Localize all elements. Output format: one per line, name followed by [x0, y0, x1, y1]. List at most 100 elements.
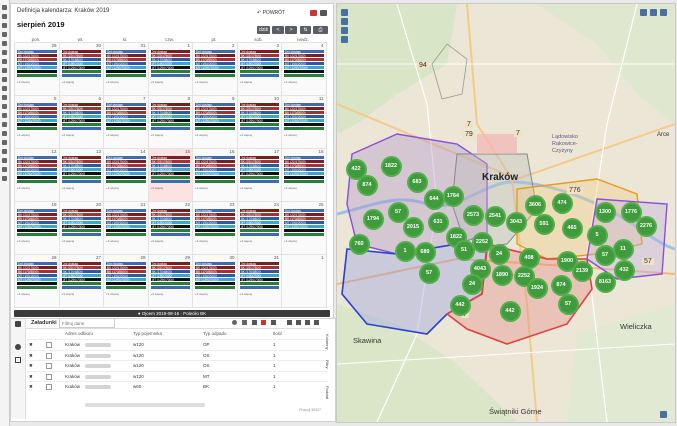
- event-stripe[interactable]: MT (1290/7000): [106, 172, 146, 176]
- event-stripe[interactable]: [61, 123, 101, 126]
- cluster-marker[interactable]: 760: [348, 233, 370, 255]
- row-checkbox[interactable]: [46, 384, 52, 390]
- calendar-day[interactable]: 7 Dni dostaw BK (22/17500) BK (170/8800) MT …: [103, 95, 149, 149]
- calendar-day[interactable]: 30 Dni dostaw BK (22/17500) BK (170/8800) MT…: [58, 42, 104, 96]
- event-stripe[interactable]: [195, 286, 235, 289]
- table-row[interactable]: ✖ Kraków w120 MT 1: [27, 370, 327, 382]
- event-stripe[interactable]: [17, 70, 57, 73]
- more-events-link[interactable]: +4 więcej: [195, 186, 208, 190]
- event-stripe[interactable]: [106, 74, 146, 77]
- cluster-marker[interactable]: 51: [453, 239, 475, 261]
- row-checkbox[interactable]: [46, 363, 52, 369]
- more-events-link[interactable]: +4 więcej: [17, 292, 30, 296]
- cluster-marker[interactable]: 2015: [402, 216, 424, 238]
- event-stripe[interactable]: [61, 233, 101, 236]
- hand-icon[interactable]: [242, 320, 247, 325]
- pen-icon[interactable]: [261, 320, 266, 325]
- event-stripe[interactable]: [150, 286, 190, 289]
- event-stripe[interactable]: [61, 282, 101, 285]
- event-stripe[interactable]: [150, 282, 190, 285]
- calendar-day[interactable]: 14 Dni dostaw BK (22/17500) BK (170/8800) MT…: [103, 148, 149, 202]
- column-header[interactable]: Adres odbioru: [65, 331, 93, 336]
- event-stripe[interactable]: [106, 70, 146, 73]
- event-stripe[interactable]: [61, 180, 101, 183]
- row-action-icon[interactable]: ✖: [29, 374, 33, 380]
- event-stripe[interactable]: MT (1290/7000): [284, 119, 324, 123]
- event-stripe[interactable]: [150, 180, 190, 183]
- cluster-marker[interactable]: 24: [488, 243, 510, 265]
- event-stripe[interactable]: [17, 229, 57, 232]
- row-action-icon[interactable]: ✖: [29, 363, 33, 369]
- more-events-link[interactable]: +4 więcej: [284, 80, 297, 84]
- calendar-day[interactable]: 17 Dni dostaw BK (22/17500) BK (170/8800) MT…: [236, 148, 282, 202]
- more-events-link[interactable]: +4 więcej: [106, 186, 119, 190]
- event-stripe[interactable]: [150, 74, 190, 77]
- event-stripe[interactable]: [195, 70, 235, 73]
- more-events-link[interactable]: +4 więcej: [151, 239, 164, 243]
- event-stripe[interactable]: MT (1290/7000): [195, 66, 235, 70]
- event-stripe[interactable]: [239, 180, 279, 183]
- event-stripe[interactable]: [106, 229, 146, 232]
- calendar-day[interactable]: 1 Dni dostaw BK (22/17500) BK (170/8800) MT …: [147, 42, 193, 96]
- event-stripe[interactable]: [239, 70, 279, 73]
- calendar-icon[interactable]: [2, 59, 7, 64]
- event-stripe[interactable]: [284, 233, 324, 236]
- event-stripe[interactable]: [106, 176, 146, 179]
- cluster-marker[interactable]: 3043: [505, 211, 527, 233]
- event-stripe[interactable]: MT (1290/7000): [61, 172, 101, 176]
- side-tab[interactable]: Kolumny: [323, 334, 330, 350]
- event-stripe[interactable]: MT (1290/7000): [150, 172, 190, 176]
- cluster-marker[interactable]: 2573: [462, 204, 484, 226]
- event-stripe[interactable]: MT (1290/7000): [150, 119, 190, 123]
- event-stripe[interactable]: [195, 282, 235, 285]
- more-events-link[interactable]: +4 więcej: [284, 239, 297, 243]
- row-checkbox[interactable]: [46, 352, 52, 359]
- edit-icon[interactable]: [287, 320, 292, 325]
- calendar-day[interactable]: 20 Dni dostaw BK (22/17500) BK (170/8800) MT…: [58, 201, 104, 255]
- more-events-link[interactable]: +4 więcej: [106, 239, 119, 243]
- more-events-link[interactable]: +4 więcej: [195, 80, 208, 84]
- more-events-link[interactable]: +4 więcej: [240, 133, 253, 137]
- event-stripe[interactable]: MT (1290/7000): [284, 172, 324, 176]
- zoom-out-button[interactable]: [341, 18, 348, 25]
- event-stripe[interactable]: MT (1290/7000): [17, 278, 57, 282]
- map-icon[interactable]: [2, 50, 7, 55]
- ruler-icon[interactable]: [252, 320, 257, 325]
- event-stripe[interactable]: MT (1290/7000): [239, 172, 279, 176]
- lock-icon[interactable]: [2, 149, 7, 154]
- locate-icon[interactable]: [232, 320, 237, 325]
- table-row[interactable]: ✖ Kraków w60 BK 1: [27, 381, 327, 392]
- calendar-day[interactable]: 18 Dni dostaw BK (22/17500) BK (170/8800) MT…: [281, 148, 327, 202]
- event-stripe[interactable]: [284, 123, 324, 126]
- more-events-link[interactable]: +4 więcej: [151, 80, 164, 84]
- pointer-icon[interactable]: [271, 320, 276, 325]
- event-stripe[interactable]: [106, 286, 146, 289]
- info-icon[interactable]: [2, 158, 7, 163]
- event-stripe[interactable]: [239, 123, 279, 126]
- cluster-marker[interactable]: 432: [613, 259, 635, 281]
- event-stripe[interactable]: [61, 176, 101, 179]
- calendar-day[interactable]: 29 Dni dostaw BK (22/17500) BK (170/8800) MT…: [14, 42, 60, 96]
- document-icon[interactable]: [2, 23, 7, 28]
- event-stripe[interactable]: MT (1290/7000): [17, 225, 57, 229]
- cluster-marker[interactable]: 442: [449, 294, 471, 316]
- more-events-link[interactable]: +4 więcej: [151, 186, 164, 190]
- cluster-marker[interactable]: 8163: [594, 271, 616, 293]
- logout-icon[interactable]: [2, 176, 7, 181]
- row-checkbox[interactable]: [46, 342, 52, 348]
- print-icon[interactable]: ⎙: [313, 26, 328, 34]
- event-stripe[interactable]: MT (1290/7000): [61, 119, 101, 123]
- more-events-link[interactable]: +4 więcej: [284, 133, 297, 137]
- calendar-day[interactable]: 16 Dni dostaw BK (22/17500) BK (170/8800) MT…: [192, 148, 238, 202]
- map-info-icon[interactable]: [660, 411, 667, 418]
- trucks-icon[interactable]: [15, 321, 21, 327]
- event-stripe[interactable]: MT (1290/7000): [195, 172, 235, 176]
- today-button[interactable]: dziś: [257, 26, 270, 34]
- cluster-marker[interactable]: 1924: [526, 277, 548, 299]
- event-stripe[interactable]: [61, 127, 101, 130]
- cluster-marker[interactable]: 683: [406, 171, 428, 193]
- event-stripe[interactable]: [61, 70, 101, 73]
- cluster-marker[interactable]: 465: [561, 217, 583, 239]
- event-stripe[interactable]: [150, 123, 190, 126]
- event-stripe[interactable]: [284, 229, 324, 232]
